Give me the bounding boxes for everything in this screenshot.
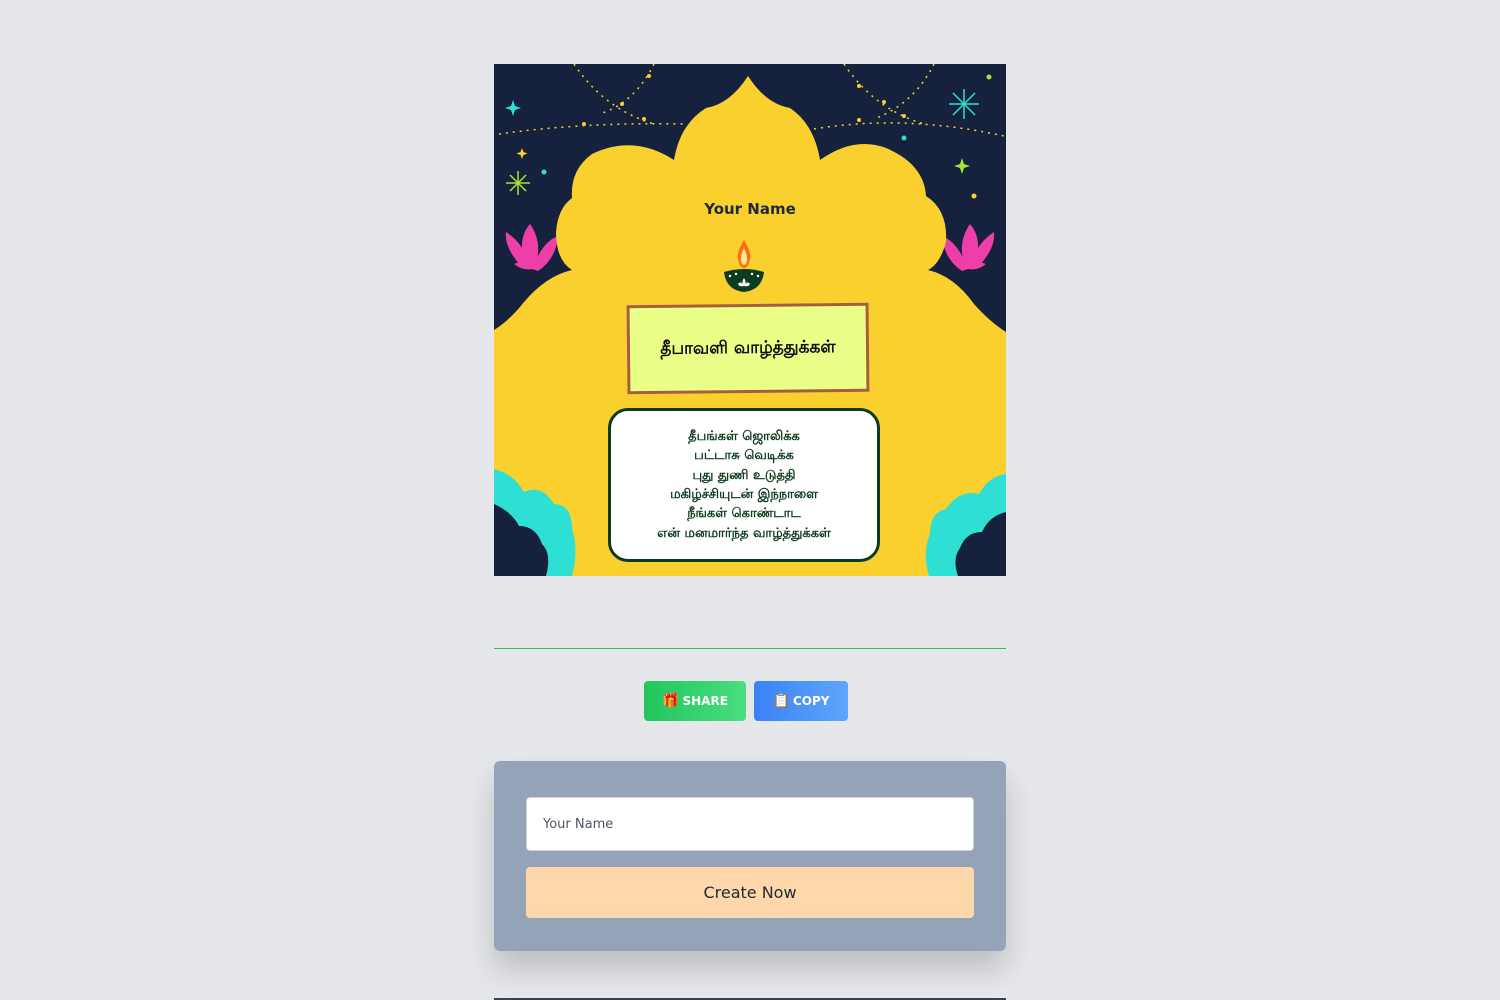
share-label: SHARE (682, 694, 728, 708)
message-line: புது துணி உடுத்தி (692, 467, 796, 483)
message-line: நீங்கள் கொண்டாட (687, 506, 801, 522)
gift-icon: 🎁 (662, 693, 680, 709)
copy-button[interactable]: 📋 COPY (754, 681, 848, 721)
greeting-card: Your Name தீபாவளி வாழ்த்துக்கள் தீபங்கள்… (494, 64, 1006, 576)
greeting-message: தீபங்கள் ஜொலிக்க பட்டாசு வெடிக்க புது து… (608, 408, 880, 562)
message-line: என் மனமார்ந்த வாழ்த்துக்கள் (657, 525, 831, 541)
diya-lamp-icon (724, 240, 764, 292)
create-form-panel: Create Now (494, 761, 1006, 951)
message-line: மகிழ்ச்சியுடன் இந்நாளை (670, 487, 818, 502)
copy-label: COPY (792, 694, 830, 708)
name-input[interactable] (526, 797, 974, 851)
section-divider (494, 648, 1006, 649)
greeting-title: தீபாவளி வாழ்த்துக்கள் (626, 302, 870, 395)
message-line: பட்டாசு வெடிக்க (694, 448, 794, 464)
action-buttons: 🎁 SHARE 📋 COPY (644, 681, 848, 721)
card-name: Your Name (704, 200, 796, 218)
create-now-button[interactable]: Create Now (526, 867, 974, 918)
clipboard-icon: 📋 (772, 693, 790, 709)
share-button[interactable]: 🎁 SHARE (644, 681, 746, 721)
message-line: தீபங்கள் ஜொலிக்க (688, 428, 800, 444)
